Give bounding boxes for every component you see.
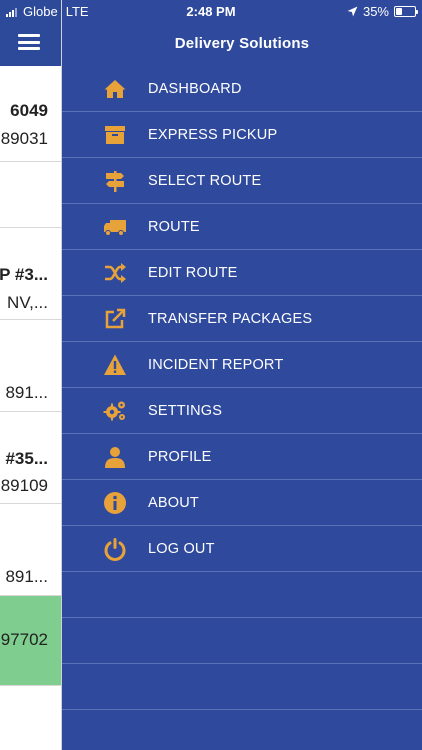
menu-item-transfer-packages[interactable]: TRANSFER PACKAGES <box>62 296 422 342</box>
list-item[interactable]: #35... 89109 <box>0 412 61 504</box>
list-item-subtitle: V, 891... <box>0 383 48 402</box>
home-icon <box>102 76 128 102</box>
menu-item-route[interactable]: ROUTE <box>62 204 422 250</box>
list-item[interactable]: V, 891... <box>0 320 61 412</box>
archive-box-icon <box>102 122 128 148</box>
list-item-title: P #3... <box>0 265 48 284</box>
drawer-title: Delivery Solutions <box>174 35 310 52</box>
delivery-list-panel: 6049 89031 P #3... NV,... V, 891... #35.… <box>0 0 62 750</box>
menu-item-label: SELECT ROUTE <box>148 172 262 189</box>
list-item-subtitle: 97702 <box>0 630 48 649</box>
list-item-title: 6049 <box>10 101 48 120</box>
list-item-subtitle: 89109 <box>0 476 48 495</box>
hamburger-menu-icon[interactable] <box>18 34 40 50</box>
menu-item-label: ABOUT <box>148 494 199 511</box>
list-item[interactable] <box>0 162 61 228</box>
status-bar: Globe LTE 2:48 PM 35% <box>0 0 422 22</box>
battery-fill <box>396 8 403 15</box>
warning-icon <box>102 352 128 378</box>
list-item-subtitle: NV,... <box>7 293 48 312</box>
list-item[interactable]: 6049 89031 <box>0 66 61 162</box>
menu-item-express-pickup[interactable]: EXPRESS PICKUP <box>62 112 422 158</box>
signpost-icon <box>102 168 128 194</box>
external-link-icon <box>102 306 128 332</box>
menu-item-label: INCIDENT REPORT <box>148 356 284 373</box>
list-item[interactable]: P #3... NV,... <box>0 228 61 320</box>
user-icon <box>102 444 128 470</box>
location-arrow-icon <box>347 6 358 17</box>
menu-item-label: PROFILE <box>148 448 212 465</box>
list-item-title: #35... <box>5 449 48 468</box>
menu-item-profile[interactable]: PROFILE <box>62 434 422 480</box>
info-icon <box>102 490 128 516</box>
battery-icon <box>394 6 418 17</box>
menu-item-label: LOG OUT <box>148 540 215 557</box>
list-item-selected[interactable]: 97702 <box>0 596 61 686</box>
menu-item-edit-route[interactable]: EDIT ROUTE <box>62 250 422 296</box>
menu-item-incident-report[interactable]: INCIDENT REPORT <box>62 342 422 388</box>
menu-item-select-route[interactable]: SELECT ROUTE <box>62 158 422 204</box>
menu-item-label: EDIT ROUTE <box>148 264 238 281</box>
status-right: 35% <box>347 4 418 19</box>
truck-icon <box>102 214 128 240</box>
list-item[interactable]: , 891... <box>0 504 61 596</box>
menu-item-settings[interactable]: SETTINGS <box>62 388 422 434</box>
menu-item-label: EXPRESS PICKUP <box>148 126 278 143</box>
shuffle-icon <box>102 260 128 286</box>
menu-divider <box>62 617 422 618</box>
menu-divider <box>62 709 422 710</box>
battery-percent: 35% <box>362 4 389 19</box>
menu-item-log-out[interactable]: LOG OUT <box>62 526 422 572</box>
list-item-subtitle: 89031 <box>0 129 48 148</box>
navigation-drawer: Delivery Solutions DASHBOARD EXPRESS PIC… <box>62 0 422 750</box>
power-icon <box>102 536 128 562</box>
menu-item-label: ROUTE <box>148 218 200 235</box>
gears-icon <box>102 398 128 424</box>
list-item-subtitle: , 891... <box>0 567 48 586</box>
menu-item-label: SETTINGS <box>148 402 223 419</box>
menu-item-label: DASHBOARD <box>148 80 242 97</box>
menu-item-about[interactable]: ABOUT <box>62 480 422 526</box>
menu-item-label: TRANSFER PACKAGES <box>148 310 313 327</box>
menu-item-dashboard[interactable]: DASHBOARD <box>62 66 422 112</box>
menu-divider <box>62 663 422 664</box>
